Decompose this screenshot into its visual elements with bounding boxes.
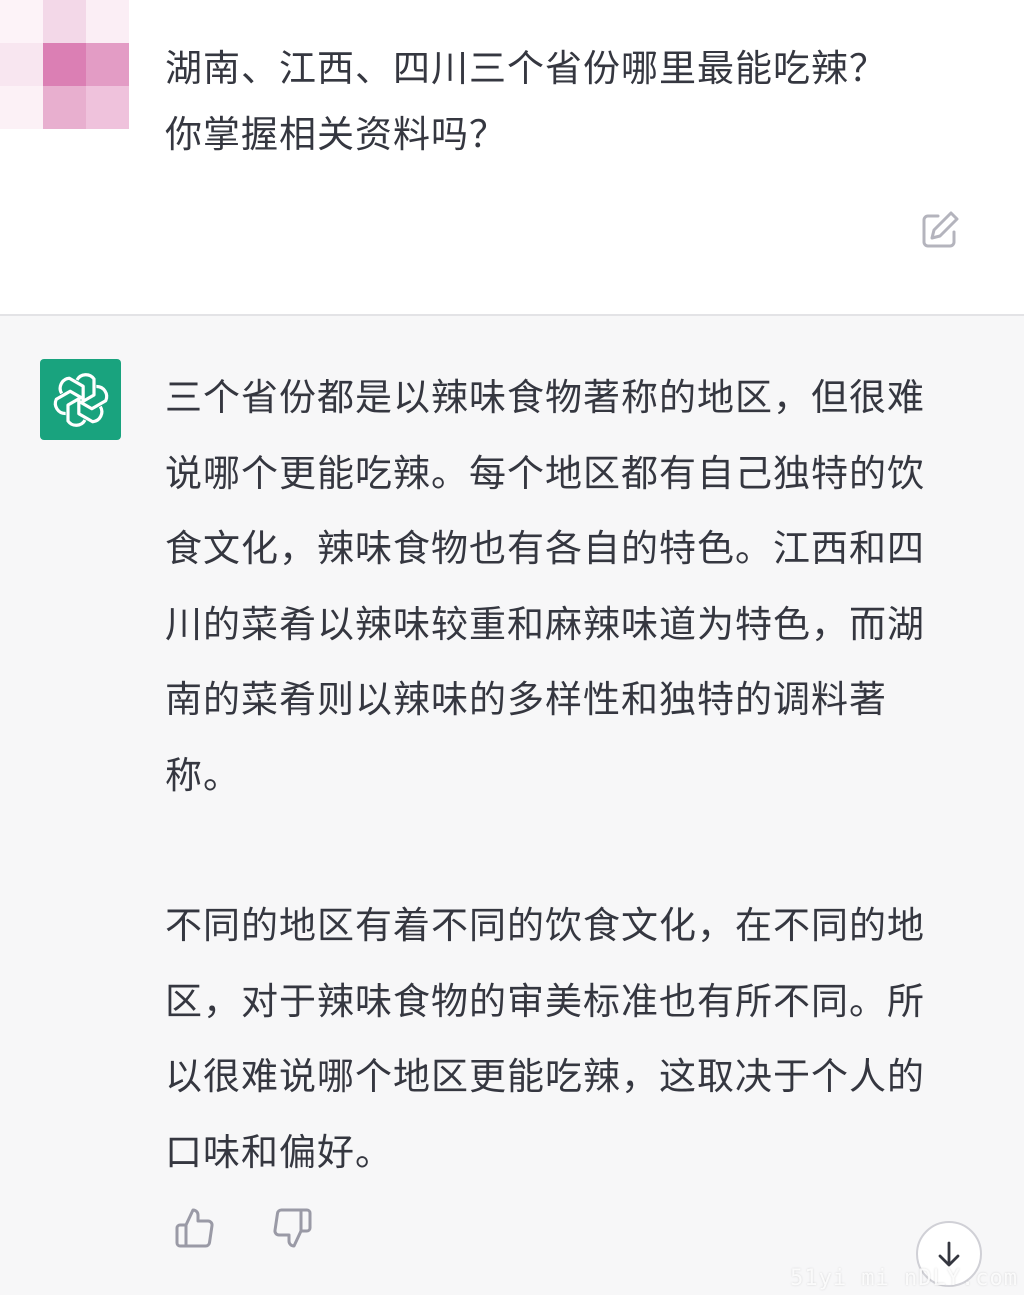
assistant-paragraph-2: 不同的地区有着不同的饮食文化，在不同的地区，对于辣味食物的审美标准也有所不同。所… <box>165 904 925 1174</box>
thumbs-down-icon[interactable] <box>270 1206 314 1250</box>
user-message-text: 湖南、江西、四川三个省份哪里最能吃辣？你掌握相关资料吗？ <box>165 47 887 156</box>
thumbs-up-icon[interactable] <box>173 1206 217 1250</box>
edit-icon[interactable] <box>918 208 962 252</box>
user-avatar <box>0 0 130 130</box>
user-message-row: 湖南、江西、四川三个省份哪里最能吃辣？你掌握相关资料吗？ <box>0 0 1024 316</box>
watermark: 51yi mi nDLY.com <box>790 1266 1018 1291</box>
chat-page: 湖南、江西、四川三个省份哪里最能吃辣？你掌握相关资料吗？ 三个省份都是以辣味食物… <box>0 0 1024 1295</box>
assistant-paragraph-1: 三个省份都是以辣味食物著称的地区，但很难说哪个更能吃辣。每个地区都有自己独特的饮… <box>165 376 925 797</box>
openai-logo-icon <box>40 359 121 440</box>
assistant-message-text: 三个省份都是以辣味食物著称的地区，但很难说哪个更能吃辣。每个地区都有自己独特的饮… <box>165 360 940 1190</box>
assistant-message-row: 三个省份都是以辣味食物著称的地区，但很难说哪个更能吃辣。每个地区都有自己独特的饮… <box>0 316 1024 1295</box>
